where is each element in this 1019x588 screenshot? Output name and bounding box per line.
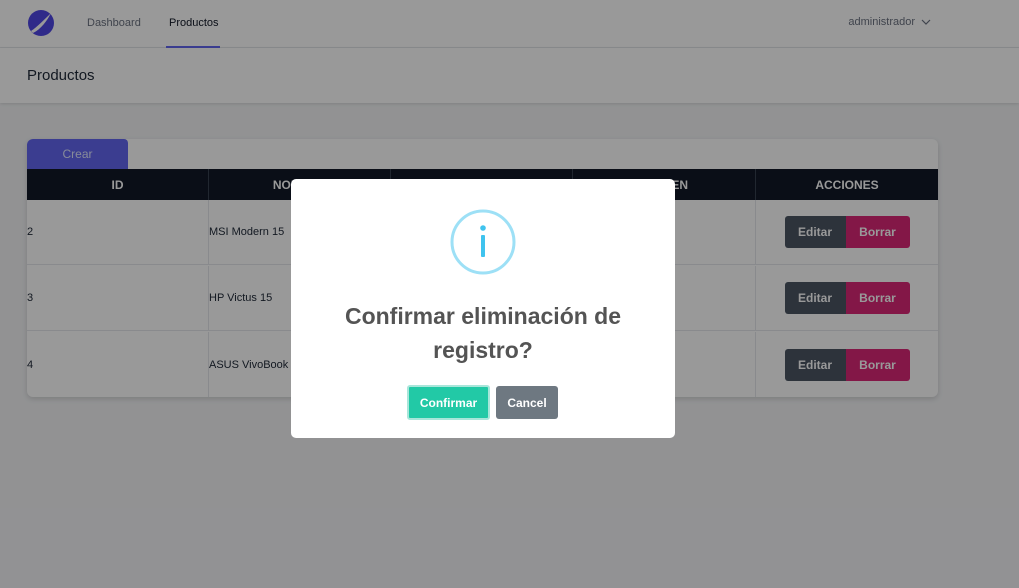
confirm-delete-dialog: Confirmar eliminación de registro? Confi… <box>291 179 675 438</box>
info-icon <box>450 209 516 275</box>
dialog-title: Confirmar eliminación de registro? <box>344 303 622 363</box>
cancel-button[interactable]: Cancel <box>496 386 558 419</box>
confirm-button[interactable]: Confirmar <box>407 385 490 420</box>
